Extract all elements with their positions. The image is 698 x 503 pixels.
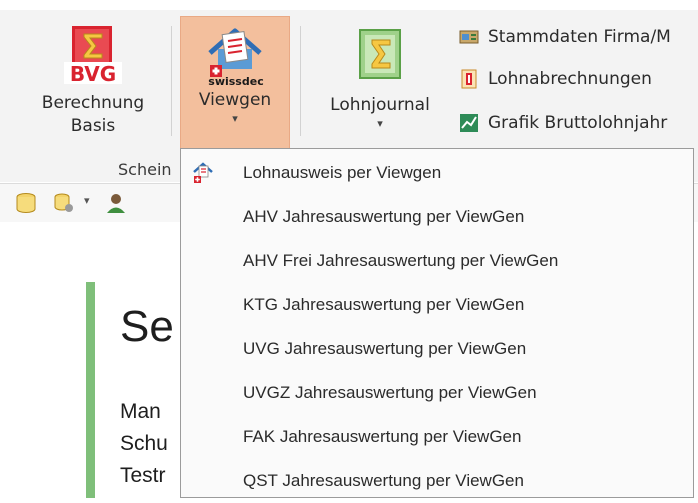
database-icon[interactable]: [14, 192, 38, 214]
berechnung-basis-button[interactable]: BVG Berechnung Basis: [24, 24, 162, 138]
stammdaten-button[interactable]: Stammdaten Firma/M: [458, 22, 671, 52]
menu-item-label: UVG Jahresauswertung per ViewGen: [243, 339, 527, 358]
viewgen-dropdown-menu: Lohnausweis per Viewgen AHV Jahresauswer…: [180, 148, 694, 498]
lohnjournal-label: Lohnjournal: [330, 95, 430, 115]
menu-item-lohnausweis[interactable]: Lohnausweis per Viewgen: [181, 151, 693, 195]
menu-item-uvg[interactable]: UVG Jahresauswertung per ViewGen: [181, 327, 693, 371]
menu-item-label: UVGZ Jahresauswertung per ViewGen: [243, 383, 537, 402]
berechnung-label: Berechnung: [41, 93, 145, 113]
ribbon-separator: [171, 26, 172, 136]
menu-item-fak[interactable]: FAK Jahresauswertung per ViewGen: [181, 415, 693, 459]
menu-item-label: KTG Jahresauswertung per ViewGen: [243, 295, 525, 314]
grafik-bruttolohnjahr-label: Grafik Bruttolohnjahr: [488, 113, 668, 133]
dropdown-caret-icon[interactable]: ▾: [84, 194, 90, 207]
menu-item-qst[interactable]: QST Jahresauswertung per ViewGen: [181, 459, 693, 503]
user-icon[interactable]: [104, 192, 128, 214]
lohnjournal-button[interactable]: Lohnjournal ▾: [310, 24, 450, 131]
document-line: Schu: [120, 432, 168, 455]
swissdec-icon: swissdec: [208, 28, 264, 87]
basis-label: Basis: [70, 116, 116, 136]
document-accent-bar: [86, 282, 95, 498]
viewgen-button[interactable]: swissdec Viewgen ▾: [180, 16, 290, 149]
lohnabrechnungen-button[interactable]: Lohnabrechnungen: [458, 64, 652, 94]
database-settings-icon[interactable]: [52, 192, 76, 214]
lohnabrechnungen-label: Lohnabrechnungen: [488, 69, 652, 89]
company-data-icon: [459, 30, 479, 44]
menu-item-ahv[interactable]: AHV Jahresauswertung per ViewGen: [181, 195, 693, 239]
document-line: Testr: [120, 464, 166, 487]
menu-item-label: Lohnausweis per Viewgen: [243, 163, 442, 182]
menu-item-label: AHV Frei Jahresauswertung per ViewGen: [243, 251, 559, 270]
ribbon-top-strip: [0, 0, 698, 10]
ribbon-separator: [300, 26, 301, 136]
chart-icon: [460, 114, 478, 132]
grafik-bruttolohnjahr-button[interactable]: Grafik Bruttolohnjahr: [458, 108, 667, 138]
ribbon-group-label: Schein: [118, 160, 172, 179]
bvg-icon-text: BVG: [70, 62, 116, 86]
menu-item-label: QST Jahresauswertung per ViewGen: [243, 471, 524, 490]
menu-item-ahv-frei[interactable]: AHV Frei Jahresauswertung per ViewGen: [181, 239, 693, 283]
viewgen-label: Viewgen: [198, 90, 272, 110]
stammdaten-label: Stammdaten Firma/M: [488, 27, 671, 47]
payslips-icon: [461, 69, 477, 89]
menu-item-uvgz[interactable]: UVGZ Jahresauswertung per ViewGen: [181, 371, 693, 415]
document-line: Man: [120, 400, 161, 423]
lohnjournal-chevron-down-icon: ▾: [377, 117, 383, 130]
swissdec-icon-text: swissdec: [208, 75, 263, 87]
swissdec-small-icon: [193, 162, 213, 183]
sigma-icon: [359, 29, 401, 79]
menu-item-label: AHV Jahresauswertung per ViewGen: [243, 207, 525, 226]
viewgen-chevron-down-icon: ▾: [232, 112, 238, 125]
document-title: Se: [120, 302, 174, 351]
bvg-icon: BVG: [64, 26, 122, 86]
menu-item-ktg[interactable]: KTG Jahresauswertung per ViewGen: [181, 283, 693, 327]
menu-item-label: FAK Jahresauswertung per ViewGen: [243, 427, 522, 446]
